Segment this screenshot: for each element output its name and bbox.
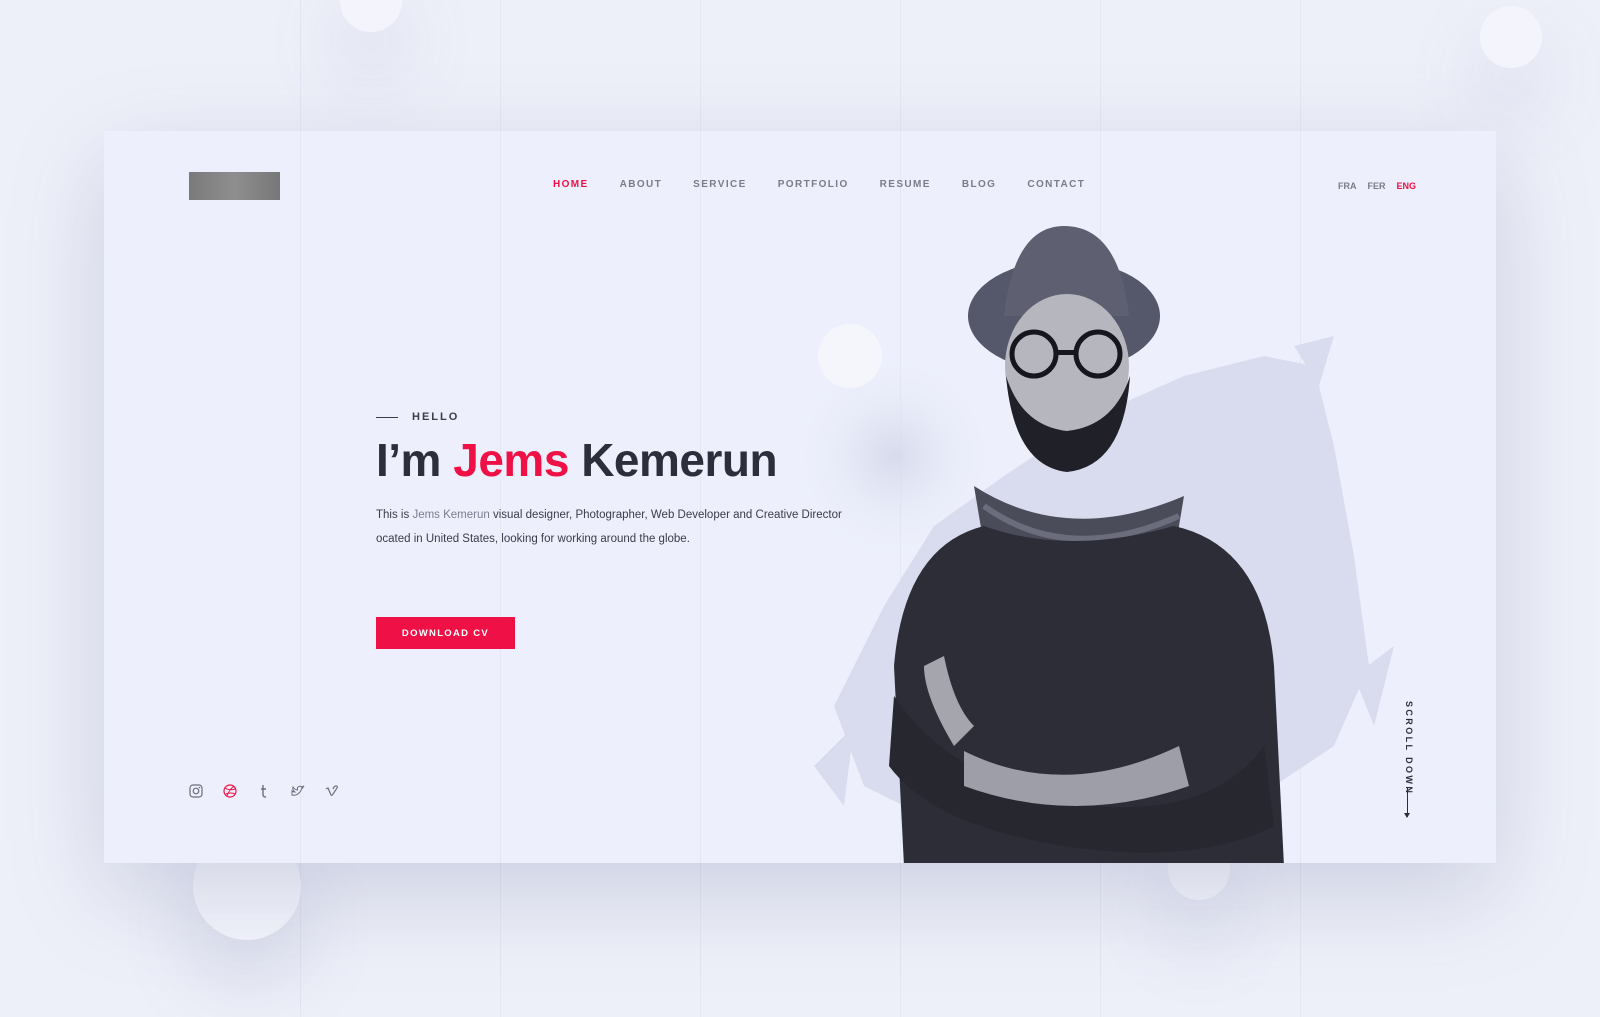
site-logo[interactable] [189,172,280,200]
hero-section: HELLO I’m Jems Kemerun This is Jems Keme… [376,411,896,551]
desc-start: This is [376,509,410,521]
decorative-bubble [340,0,402,32]
arrow-down-icon [1404,787,1410,818]
nav-service[interactable]: SERVICE [693,179,747,190]
twitter-icon[interactable] [290,783,306,799]
frame-gridline [300,131,301,863]
hero-title: I’m Jems Kemerun [376,433,896,487]
dribbble-icon[interactable] [222,783,238,799]
nav-contact[interactable]: CONTACT [1027,179,1085,190]
tumblr-icon[interactable] [256,783,272,799]
hello-row: HELLO [376,411,896,423]
hero-description: This is Jems Kemerun visual designer, Ph… [376,503,846,551]
nav-about[interactable]: ABOUT [620,179,663,190]
hello-dash [376,416,398,418]
language-switcher: FRA FER ENG [1338,181,1416,191]
desc-line-1: visual designer, Photographer, Web Devel… [492,509,842,521]
scroll-down-indicator[interactable]: SCROLL DOWN [1398,701,1418,831]
nav-blog[interactable]: BLOG [962,179,997,190]
main-nav: HOME ABOUT SERVICE PORTFOLIO RESUME BLOG… [553,179,1116,190]
desc-line-2: ocated in United States, looking for wor… [376,533,690,545]
vimeo-icon[interactable] [324,783,340,799]
nav-portfolio[interactable]: PORTFOLIO [778,179,849,190]
lang-fer[interactable]: FER [1367,181,1385,191]
lang-eng[interactable]: ENG [1396,181,1416,191]
nav-resume[interactable]: RESUME [880,179,931,190]
title-surname: Kemerun [581,434,778,486]
lang-fra[interactable]: FRA [1338,181,1357,191]
download-cv-button[interactable]: DOWNLOAD CV [376,617,515,649]
title-prefix: I’m [376,434,441,486]
scroll-down-label: SCROLL DOWN [1404,701,1414,796]
hello-label: HELLO [412,411,460,423]
website-frame: HOME ABOUT SERVICE PORTFOLIO RESUME BLOG… [104,131,1496,863]
instagram-icon[interactable] [188,783,204,799]
desc-name-link[interactable]: Jems Kemerun [412,509,489,521]
title-accent-name: Jems [453,434,569,486]
decorative-bubble [1480,6,1542,68]
nav-home[interactable]: HOME [553,179,589,190]
social-links [188,783,340,799]
